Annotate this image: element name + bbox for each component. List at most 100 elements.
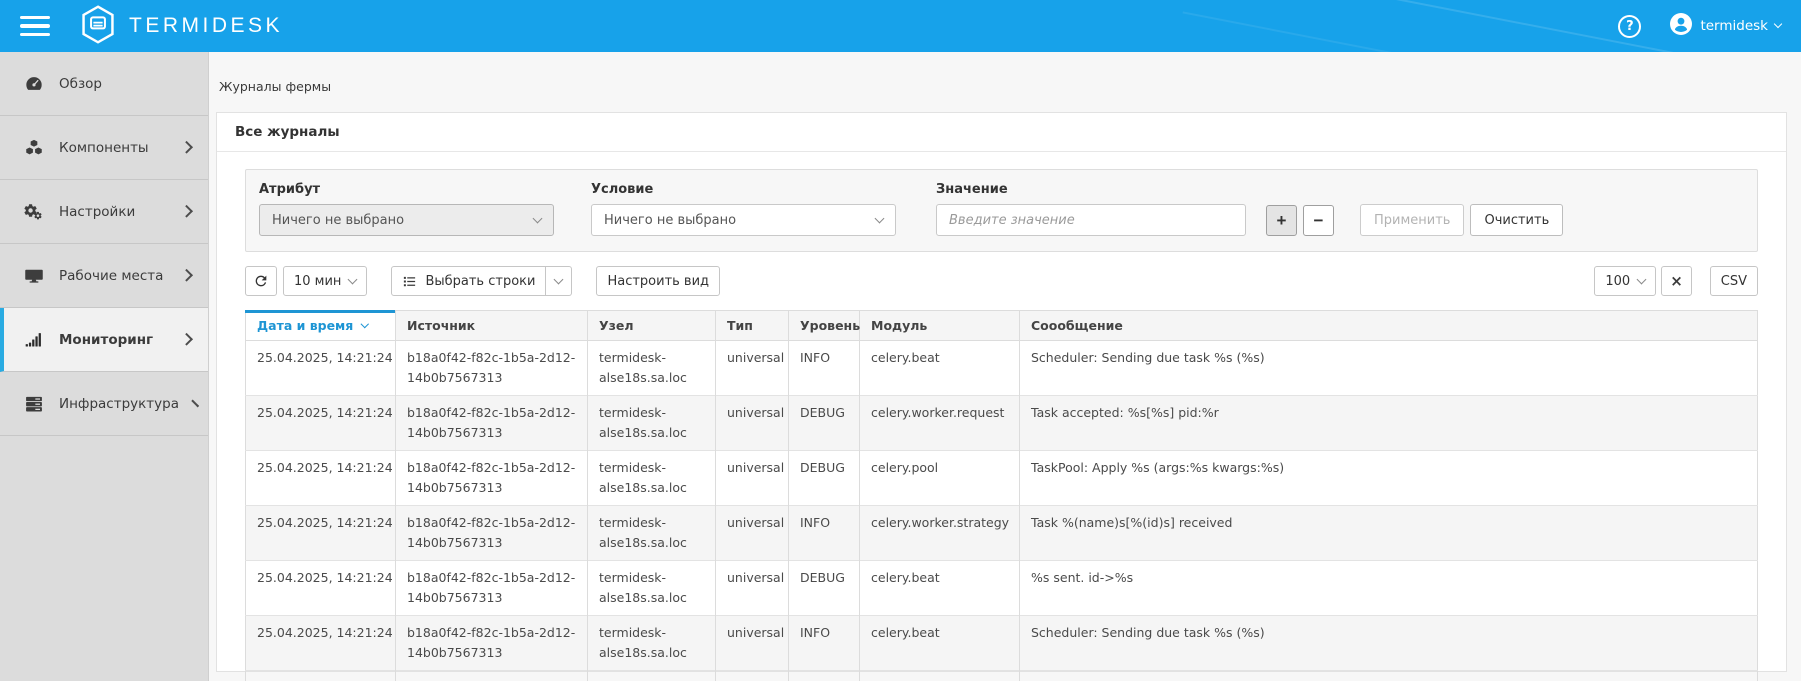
- cell-module: celery.worker.strategy: [860, 506, 1020, 561]
- configure-view-button[interactable]: Настроить вид: [596, 266, 720, 296]
- logs-panel: Все журналы Атрибут Ничего не выбрано Ус…: [216, 112, 1787, 672]
- chevron-right-icon: [180, 205, 192, 217]
- attribute-label: Атрибут: [259, 182, 554, 197]
- column-header-datetime[interactable]: Дата и время: [246, 311, 396, 341]
- chevron-down-icon: [348, 274, 358, 284]
- gears-icon: [23, 202, 44, 222]
- cell-datetime: 25.04.2025, 14:21:24: [246, 341, 396, 396]
- cell-module: celery.beat: [860, 341, 1020, 396]
- chevron-down-icon: [1637, 274, 1647, 284]
- user-menu[interactable]: termidesk: [1669, 12, 1781, 40]
- sidebar-item-infrastructure[interactable]: Инфраструктура: [0, 372, 208, 436]
- cell-node: termidesk-alse18s.sa.loc: [588, 671, 716, 681]
- list-icon: [402, 274, 417, 289]
- page-size-select[interactable]: 100: [1594, 266, 1656, 296]
- clear-filter-button[interactable]: Очистить: [1470, 204, 1563, 236]
- cell-module: celery.pool: [860, 451, 1020, 506]
- top-header-bar: TERMIDESK ? termidesk: [0, 0, 1801, 52]
- question-mark-icon: ?: [1626, 19, 1634, 34]
- column-header-source[interactable]: Источник: [396, 311, 588, 341]
- cell-datetime: 25.04.2025, 14:21:24: [246, 451, 396, 506]
- export-csv-button[interactable]: CSV: [1710, 266, 1758, 296]
- cell-message: Scheduler: Sending due task %s (%s): [1020, 616, 1758, 671]
- log-table-body: 25.04.2025, 14:21:24 b18a0f42-f82c-1b5a-…: [246, 341, 1758, 681]
- select-rows-label: Выбрать строки: [425, 274, 535, 289]
- table-toolbar: 10 мин Выбрать строки: [245, 266, 1758, 296]
- cell-source: b18a0f42-f82c-1b5a-2d12-14b0b7567313: [396, 506, 588, 561]
- breadcrumb: Журналы фермы: [219, 79, 1787, 94]
- brand-name: TERMIDESK: [129, 14, 283, 38]
- menu-toggle-button[interactable]: [20, 16, 50, 36]
- cell-datetime: 25.04.2025, 14:21:23: [246, 671, 396, 681]
- sidebar-item-workplaces[interactable]: Рабочие места: [0, 244, 208, 308]
- sidebar-item-components[interactable]: Компоненты: [0, 116, 208, 180]
- cell-level: INFO: [789, 616, 860, 671]
- desktop-icon: [23, 266, 44, 286]
- interval-select[interactable]: 10 мин: [283, 266, 367, 296]
- table-row[interactable]: 25.04.2025, 14:21:23 b18a0f42-f82c-1b5a-…: [246, 671, 1758, 681]
- cell-type: universal: [716, 506, 789, 561]
- chevron-right-icon: [180, 269, 192, 281]
- cell-message: TaskPool: Apply %s (args:%s kwargs:%s): [1020, 451, 1758, 506]
- condition-label: Условие: [591, 182, 896, 197]
- table-row[interactable]: 25.04.2025, 14:21:24 b18a0f42-f82c-1b5a-…: [246, 451, 1758, 506]
- attribute-select-value: Ничего не выбрано: [272, 213, 404, 228]
- column-header-message[interactable]: Соообщение: [1020, 311, 1758, 341]
- chevron-right-icon: [180, 333, 192, 345]
- column-header-node[interactable]: Узел: [588, 311, 716, 341]
- column-header-level[interactable]: Уровень: [789, 311, 860, 341]
- cell-level: INFO: [789, 341, 860, 396]
- attribute-select[interactable]: Ничего не выбрано: [259, 204, 554, 236]
- header-decor-line: [1183, 11, 1478, 52]
- cell-node: termidesk-alse18s.sa.loc: [588, 451, 716, 506]
- chevron-down-icon: [554, 274, 564, 284]
- help-button[interactable]: ?: [1618, 15, 1641, 38]
- select-rows-caret-button[interactable]: [546, 266, 572, 296]
- column-header-type[interactable]: Тип: [716, 311, 789, 341]
- cell-message: Task %(name)s[%(id)s] received: [1020, 506, 1758, 561]
- table-row[interactable]: 25.04.2025, 14:21:24 b18a0f42-f82c-1b5a-…: [246, 616, 1758, 671]
- remove-filter-button[interactable]: −: [1303, 205, 1334, 236]
- table-row[interactable]: 25.04.2025, 14:21:24 b18a0f42-f82c-1b5a-…: [246, 561, 1758, 616]
- cell-source: b18a0f42-f82c-1b5a-2d12-14b0b7567313: [396, 451, 588, 506]
- cell-datetime: 25.04.2025, 14:21:24: [246, 396, 396, 451]
- reset-page-size-button[interactable]: ×: [1661, 266, 1692, 296]
- table-row[interactable]: 25.04.2025, 14:21:24 b18a0f42-f82c-1b5a-…: [246, 396, 1758, 451]
- user-name: termidesk: [1700, 18, 1768, 34]
- value-input[interactable]: [949, 213, 1233, 228]
- sidebar-item-label: Рабочие места: [59, 268, 163, 284]
- cell-type: universal: [716, 671, 789, 681]
- plus-icon: +: [1277, 211, 1287, 231]
- column-header-module[interactable]: Модуль: [860, 311, 1020, 341]
- cell-module: celery.beat: [860, 561, 1020, 616]
- cell-source: b18a0f42-f82c-1b5a-2d12-14b0b7567313: [396, 561, 588, 616]
- select-rows-button[interactable]: Выбрать строки: [391, 266, 546, 296]
- table-row[interactable]: 25.04.2025, 14:21:24 b18a0f42-f82c-1b5a-…: [246, 341, 1758, 396]
- sidebar-item-label: Мониторинг: [59, 332, 153, 348]
- filter-box: Атрибут Ничего не выбрано Условие Ничего…: [245, 169, 1758, 252]
- cell-message: Deleting 137932941677248: [1020, 671, 1758, 681]
- termidesk-logo-icon: [80, 5, 116, 48]
- refresh-icon: [253, 273, 269, 289]
- user-avatar-icon: [1669, 12, 1693, 40]
- apply-filter-button[interactable]: Применить: [1360, 204, 1464, 236]
- sidebar-item-settings[interactable]: Настройки: [0, 180, 208, 244]
- interval-value: 10 мин: [294, 274, 341, 289]
- refresh-button[interactable]: [245, 266, 277, 296]
- sidebar-item-overview[interactable]: Обзор: [0, 52, 208, 116]
- chevron-down-icon: [875, 213, 885, 223]
- cell-module: celery.beat: [860, 616, 1020, 671]
- sidebar-item-monitoring[interactable]: Мониторинг: [0, 308, 208, 372]
- server-icon: [23, 394, 44, 414]
- page-size-value: 100: [1605, 274, 1630, 289]
- sidebar-item-label: Компоненты: [59, 140, 149, 156]
- condition-select[interactable]: Ничего не выбрано: [591, 204, 896, 236]
- cell-message: Task accepted: %s[%s] pid:%r: [1020, 396, 1758, 451]
- brand-logo[interactable]: TERMIDESK: [80, 5, 283, 48]
- table-row[interactable]: 25.04.2025, 14:21:24 b18a0f42-f82c-1b5a-…: [246, 506, 1758, 561]
- cell-type: universal: [716, 616, 789, 671]
- cell-type: universal: [716, 396, 789, 451]
- cell-source: b18a0f42-f82c-1b5a-2d12-14b0b7567313: [396, 671, 588, 681]
- add-filter-button[interactable]: +: [1266, 205, 1297, 236]
- cell-datetime: 25.04.2025, 14:21:24: [246, 561, 396, 616]
